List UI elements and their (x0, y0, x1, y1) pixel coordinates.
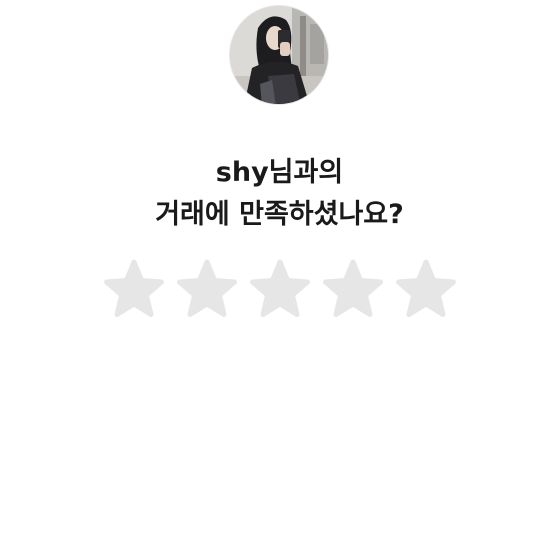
star-1-button[interactable] (103, 259, 165, 321)
star-icon (396, 259, 456, 317)
star-icon (323, 259, 383, 317)
seller-name-line: shy님과의 (215, 157, 344, 188)
star-2-button[interactable] (176, 259, 238, 321)
star-3-button[interactable] (249, 259, 311, 321)
star-5-button[interactable] (395, 259, 457, 321)
star-rating (0, 259, 559, 321)
star-icon (177, 259, 237, 317)
review-screen: shy님과의 거래에 만족하셨나요? (0, 0, 559, 559)
profile-photo-image (230, 6, 328, 104)
star-icon (104, 259, 164, 317)
satisfaction-question: 거래에 만족하셨나요? (155, 199, 404, 230)
avatar (229, 5, 329, 105)
star-4-button[interactable] (322, 259, 384, 321)
star-icon (250, 259, 310, 317)
